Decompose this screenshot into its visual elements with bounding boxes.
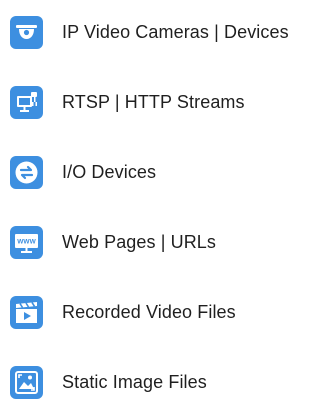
source-item-label: RTSP | HTTP Streams [62, 91, 245, 112]
camera-icon [10, 15, 43, 49]
source-item-ip-cameras[interactable]: IP Video Cameras | Devices [0, 10, 328, 54]
web-monitor-icon: WWW [10, 225, 43, 259]
image-file-icon [10, 365, 43, 399]
network-stream-icon [10, 85, 43, 119]
source-item-label: IP Video Cameras | Devices [62, 21, 289, 42]
source-item-rtsp-http[interactable]: RTSP | HTTP Streams [0, 80, 328, 124]
source-item-web-pages[interactable]: WWW Web Pages | URLs [0, 220, 328, 264]
video-file-icon [10, 295, 43, 329]
source-item-label: Web Pages | URLs [62, 231, 217, 252]
source-item-label: Recorded Video Files [62, 301, 236, 322]
io-exchange-icon [10, 155, 43, 189]
source-item-label: I/O Devices [62, 161, 157, 182]
source-item-label: Static Image Files [62, 371, 207, 392]
source-item-io-devices[interactable]: I/O Devices [0, 150, 328, 194]
source-type-list: IP Video Cameras | Devices RTSP | HTTP S… [0, 0, 328, 406]
source-item-static-image[interactable]: Static Image Files [0, 360, 328, 404]
source-item-recorded-video[interactable]: Recorded Video Files [0, 290, 328, 334]
svg-text:WWW: WWW [17, 238, 36, 245]
